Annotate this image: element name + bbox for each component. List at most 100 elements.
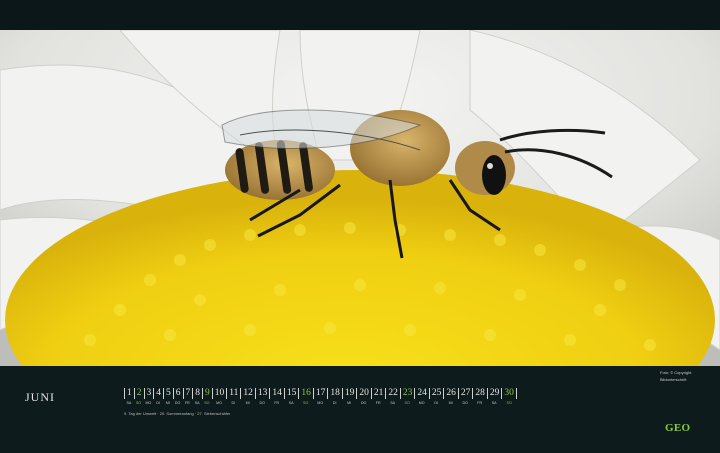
geo-logo: GEO bbox=[665, 422, 691, 434]
day-cell: 22 SA bbox=[385, 388, 400, 406]
day-number: 3 bbox=[143, 388, 154, 399]
photo-credit: Foto: © Copyright Bildunterschrift bbox=[660, 369, 691, 383]
day-cell: 25 DI bbox=[428, 388, 444, 406]
day-number: 11 bbox=[226, 388, 240, 399]
day-cell: 6 DO bbox=[172, 388, 183, 406]
caption-line: Bildunterschrift bbox=[660, 377, 687, 382]
day-cell: 14 FR bbox=[269, 388, 284, 406]
day-cell: 29 SA bbox=[486, 388, 502, 406]
weekday-label: MO bbox=[216, 401, 222, 405]
weekday-label: DI bbox=[332, 401, 337, 405]
day-number: 21 bbox=[370, 388, 386, 399]
weekday-label: FR bbox=[274, 401, 280, 405]
day-number: 10 bbox=[211, 388, 227, 399]
weekday-label: MO bbox=[145, 401, 152, 405]
day-cell: 8 SA bbox=[192, 388, 202, 406]
day-number: 30 bbox=[501, 388, 517, 399]
day-number: 9 bbox=[202, 388, 212, 399]
weekday-label: DO bbox=[174, 401, 181, 405]
day-cell: 24 MO bbox=[414, 388, 429, 406]
weekday-label: FR bbox=[184, 401, 190, 405]
top-border bbox=[0, 0, 720, 30]
weekday-label: DO bbox=[462, 401, 468, 405]
holiday-note: 9. Tag der Umwelt · 20. Sommeranfang · 2… bbox=[124, 411, 231, 416]
day-number: 13 bbox=[254, 388, 270, 399]
day-cell: 30 SO bbox=[501, 388, 517, 406]
weekday-label: SO bbox=[136, 401, 142, 405]
day-cell: 27 DO bbox=[457, 388, 473, 406]
weekday-label: DI bbox=[156, 401, 160, 405]
weekday-label: SO bbox=[204, 401, 210, 405]
weekday-label: SA bbox=[194, 401, 200, 405]
weekday-label: SO bbox=[303, 401, 309, 405]
day-cell: 4 DI bbox=[153, 388, 163, 406]
weekday-label: DI bbox=[231, 401, 236, 405]
day-number: 8 bbox=[192, 388, 202, 399]
weekday-label: DI bbox=[434, 401, 438, 405]
weekday-label: SA bbox=[491, 401, 497, 405]
weekday-label: MI bbox=[165, 401, 170, 405]
day-cell: 13 DO bbox=[254, 388, 270, 406]
day-number: 22 bbox=[385, 388, 400, 399]
day-cell: 21 FR bbox=[370, 388, 386, 406]
weekday-label: SA bbox=[288, 401, 294, 405]
day-number: 28 bbox=[472, 388, 487, 399]
day-cell: 19 MI bbox=[341, 388, 357, 406]
day-number: 15 bbox=[283, 388, 299, 399]
day-number: 19 bbox=[341, 388, 357, 399]
day-number: 2 bbox=[133, 388, 144, 399]
day-number: 17 bbox=[312, 388, 328, 399]
weekday-label: FR bbox=[477, 401, 483, 405]
day-cell: 23 SO bbox=[399, 388, 415, 406]
day-cell: 26 MI bbox=[443, 388, 458, 406]
day-cell: 12 MI bbox=[240, 388, 255, 406]
weekday-label: SO bbox=[506, 401, 512, 405]
weekday-label: SO bbox=[404, 401, 410, 405]
day-cell: 10 MO bbox=[211, 388, 227, 406]
day-number: 29 bbox=[486, 388, 502, 399]
day-number: 6 bbox=[172, 388, 183, 399]
day-number: 18 bbox=[327, 388, 342, 399]
day-number: 16 bbox=[298, 388, 313, 399]
month-title: JUNI bbox=[25, 390, 55, 404]
day-cell: 15 SA bbox=[283, 388, 299, 406]
day-number: 7 bbox=[182, 388, 193, 399]
day-number: 1 bbox=[124, 388, 134, 399]
credit-line: Foto: © Copyright bbox=[660, 370, 692, 375]
day-cell: 1 SA bbox=[124, 388, 134, 406]
day-number: 26 bbox=[443, 388, 458, 399]
day-cell: 2 SO bbox=[133, 388, 144, 406]
day-cell: 9 SO bbox=[202, 388, 212, 406]
day-number: 14 bbox=[269, 388, 284, 399]
weekday-label: SA bbox=[126, 401, 132, 405]
day-cell: 20 DO bbox=[356, 388, 371, 406]
weekday-label: MI bbox=[448, 401, 453, 405]
day-cell: 18 DI bbox=[327, 388, 342, 406]
day-cell: 11 DI bbox=[226, 388, 240, 406]
weekday-label: MO bbox=[418, 401, 425, 405]
day-cell: 5 MI bbox=[163, 388, 173, 406]
day-number: 25 bbox=[428, 388, 444, 399]
calendar-footer: JUNI 1 SA 2 SO 3 MO 4 DI 5 MI 6 DO 7 FR 8 SA 9 SO 10 MO 11 DI… bbox=[0, 366, 720, 453]
weekday-label: SA bbox=[390, 401, 396, 405]
bee-on-daisy-image bbox=[0, 30, 720, 366]
weekday-label: DO bbox=[360, 401, 367, 405]
day-number: 20 bbox=[356, 388, 371, 399]
weekday-label: DO bbox=[259, 401, 265, 405]
day-cell: 3 MO bbox=[143, 388, 154, 406]
day-number: 12 bbox=[240, 388, 255, 399]
day-number: 4 bbox=[153, 388, 163, 399]
day-strip: 1 SA 2 SO 3 MO 4 DI 5 MI 6 DO 7 FR 8 SA 9 SO 10 MO 11 DI 12 MI 1… bbox=[124, 388, 517, 406]
day-cell: 17 MO bbox=[312, 388, 328, 406]
weekday-label: MI bbox=[245, 401, 250, 405]
weekday-label: FR bbox=[375, 401, 381, 405]
day-cell: 16 SO bbox=[298, 388, 313, 406]
day-number: 5 bbox=[163, 388, 173, 399]
day-number: 24 bbox=[414, 388, 429, 399]
weekday-label: MO bbox=[317, 401, 324, 405]
day-cell: 7 FR bbox=[182, 388, 193, 406]
day-number: 27 bbox=[457, 388, 473, 399]
weekday-label: MI bbox=[347, 401, 352, 405]
calendar-photo bbox=[0, 30, 720, 366]
day-cell: 28 FR bbox=[472, 388, 487, 406]
